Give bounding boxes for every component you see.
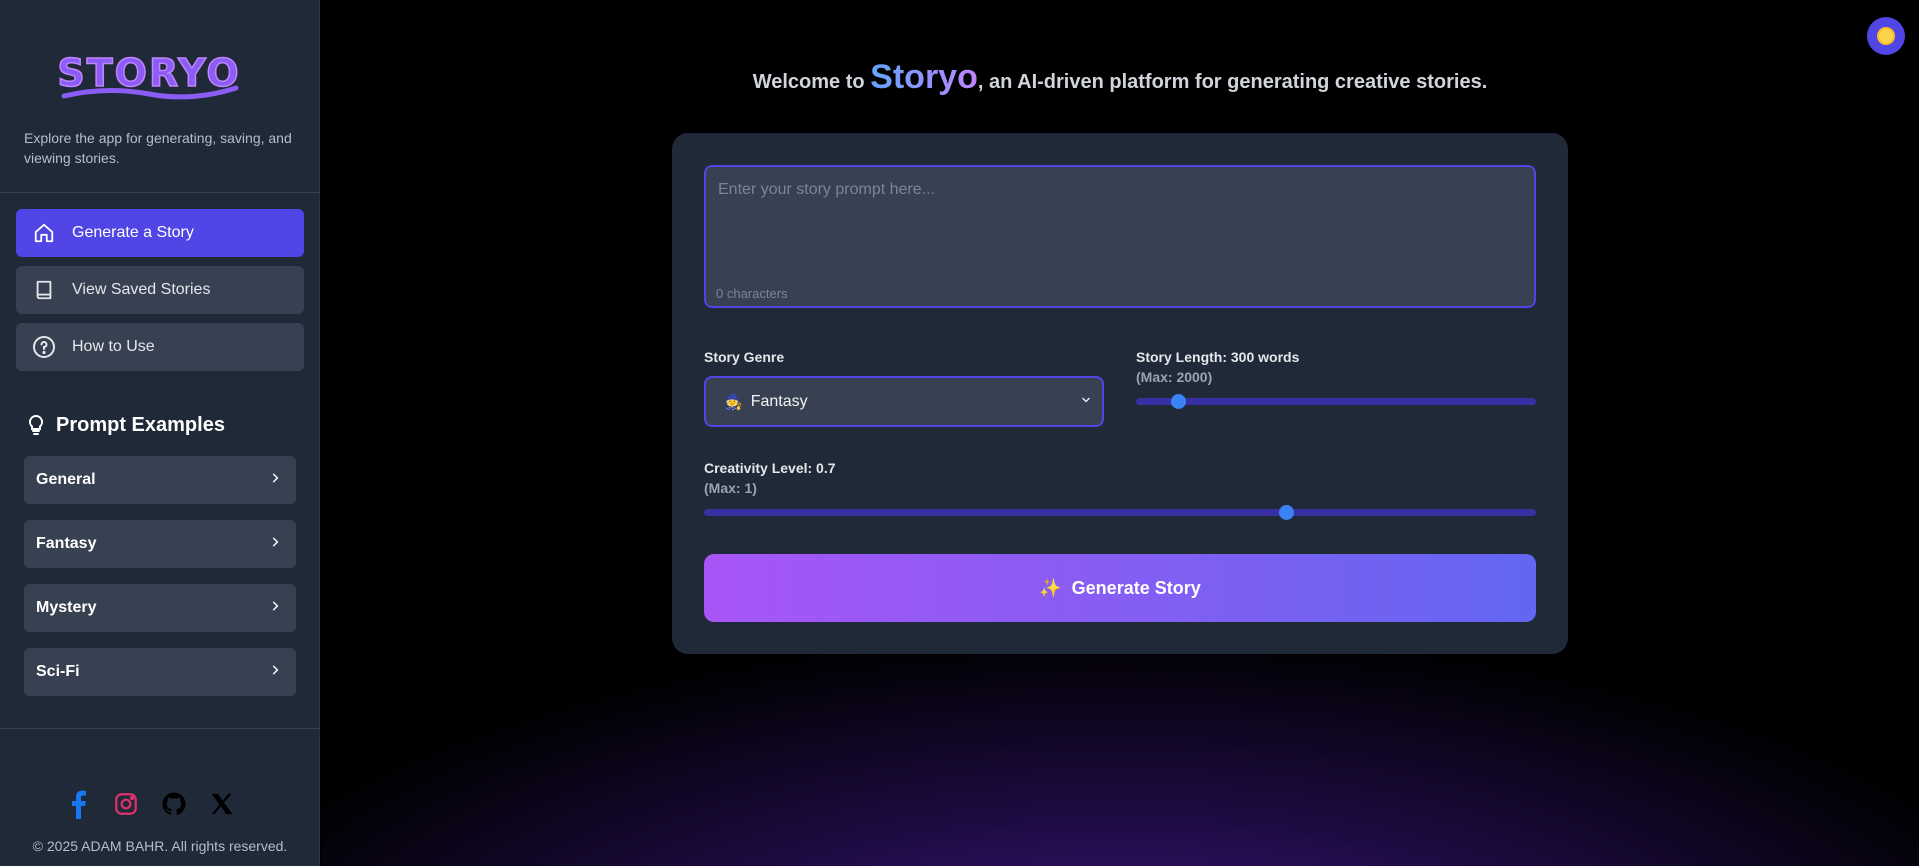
nav-label: Generate a Story <box>72 224 194 241</box>
prompt-box: 0 characters <box>704 165 1536 308</box>
github-icon[interactable] <box>160 790 188 818</box>
nav-label: View Saved Stories <box>72 281 211 298</box>
genre-select[interactable]: 🧙 Fantasy <box>704 376 1104 427</box>
instagram-icon[interactable] <box>112 790 140 818</box>
help-circle-icon <box>32 335 56 359</box>
character-count: 0 characters <box>716 286 788 301</box>
x-icon[interactable] <box>208 790 236 818</box>
welcome-heading: Welcome to Storyo, an AI-driven platform… <box>321 58 1919 97</box>
example-fantasy[interactable]: Fantasy <box>24 520 296 568</box>
wizard-icon: 🧙 <box>724 393 743 411</box>
chevron-down-icon <box>1080 393 1092 411</box>
prompt-examples-label: Prompt Examples <box>56 413 225 436</box>
example-label: Sci-Fi <box>36 663 80 680</box>
example-sci-fi[interactable]: Sci-Fi <box>24 648 296 696</box>
book-icon <box>32 278 56 302</box>
example-label: General <box>36 471 96 488</box>
genre-selected-value: Fantasy <box>750 392 808 410</box>
generate-story-button[interactable]: ✨ Generate Story <box>704 554 1536 622</box>
chevron-right-icon <box>268 599 282 618</box>
welcome-suffix: , an AI-driven platform for generating c… <box>977 71 1488 93</box>
slider-thumb[interactable] <box>1279 505 1295 520</box>
story-length-slider[interactable] <box>1136 394 1536 409</box>
story-form-card: 0 characters Story Genre 🧙 Fantasy Story… <box>672 133 1568 654</box>
creativity-max: (Max: 1) <box>704 480 757 496</box>
sidebar-divider <box>0 728 320 729</box>
sparkles-icon: ✨ <box>1039 577 1062 598</box>
storyo-logo[interactable]: STORYO <box>56 48 242 110</box>
sidebar: STORYO Explore the app for generating, s… <box>0 0 320 866</box>
example-mystery[interactable]: Mystery <box>24 584 296 632</box>
social-links <box>64 790 236 819</box>
nav-how-to-use[interactable]: How to Use <box>16 323 304 371</box>
brand-name: Storyo <box>870 58 978 96</box>
svg-text:STORYO: STORYO <box>57 51 240 95</box>
story-length-max: (Max: 2000) <box>1136 369 1213 385</box>
sidebar-divider <box>0 192 320 193</box>
genre-label: Story Genre <box>704 349 785 365</box>
welcome-prefix: Welcome to <box>752 71 871 93</box>
creativity-label: Creativity Level: 0.7 <box>704 460 836 476</box>
facebook-icon[interactable] <box>64 790 92 819</box>
example-label: Mystery <box>36 599 97 616</box>
chevron-right-icon <box>268 663 282 682</box>
home-icon <box>32 221 56 245</box>
prompt-examples-heading: Prompt Examples <box>24 413 225 437</box>
story-length-label: Story Length: 300 words <box>1136 349 1300 365</box>
slider-thumb[interactable] <box>1171 394 1187 409</box>
example-label: Fantasy <box>36 535 97 552</box>
copyright-text: © 2025 ADAM BAHR. All rights reserved. <box>32 838 288 854</box>
generate-story-label: Generate Story <box>1071 577 1201 598</box>
story-prompt-input[interactable] <box>706 167 1534 306</box>
chevron-right-icon <box>268 471 282 490</box>
lightbulb-icon <box>24 413 48 437</box>
chevron-right-icon <box>268 535 282 554</box>
example-general[interactable]: General <box>24 456 296 504</box>
nav-view-saved-stories[interactable]: View Saved Stories <box>16 266 304 314</box>
creativity-slider[interactable] <box>704 505 1536 520</box>
sun-icon <box>1879 29 1893 43</box>
sidebar-tagline: Explore the app for generating, saving, … <box>24 130 292 166</box>
theme-toggle-button[interactable] <box>1867 17 1905 55</box>
nav-label: How to Use <box>72 338 155 355</box>
nav-generate-story[interactable]: Generate a Story <box>16 209 304 257</box>
